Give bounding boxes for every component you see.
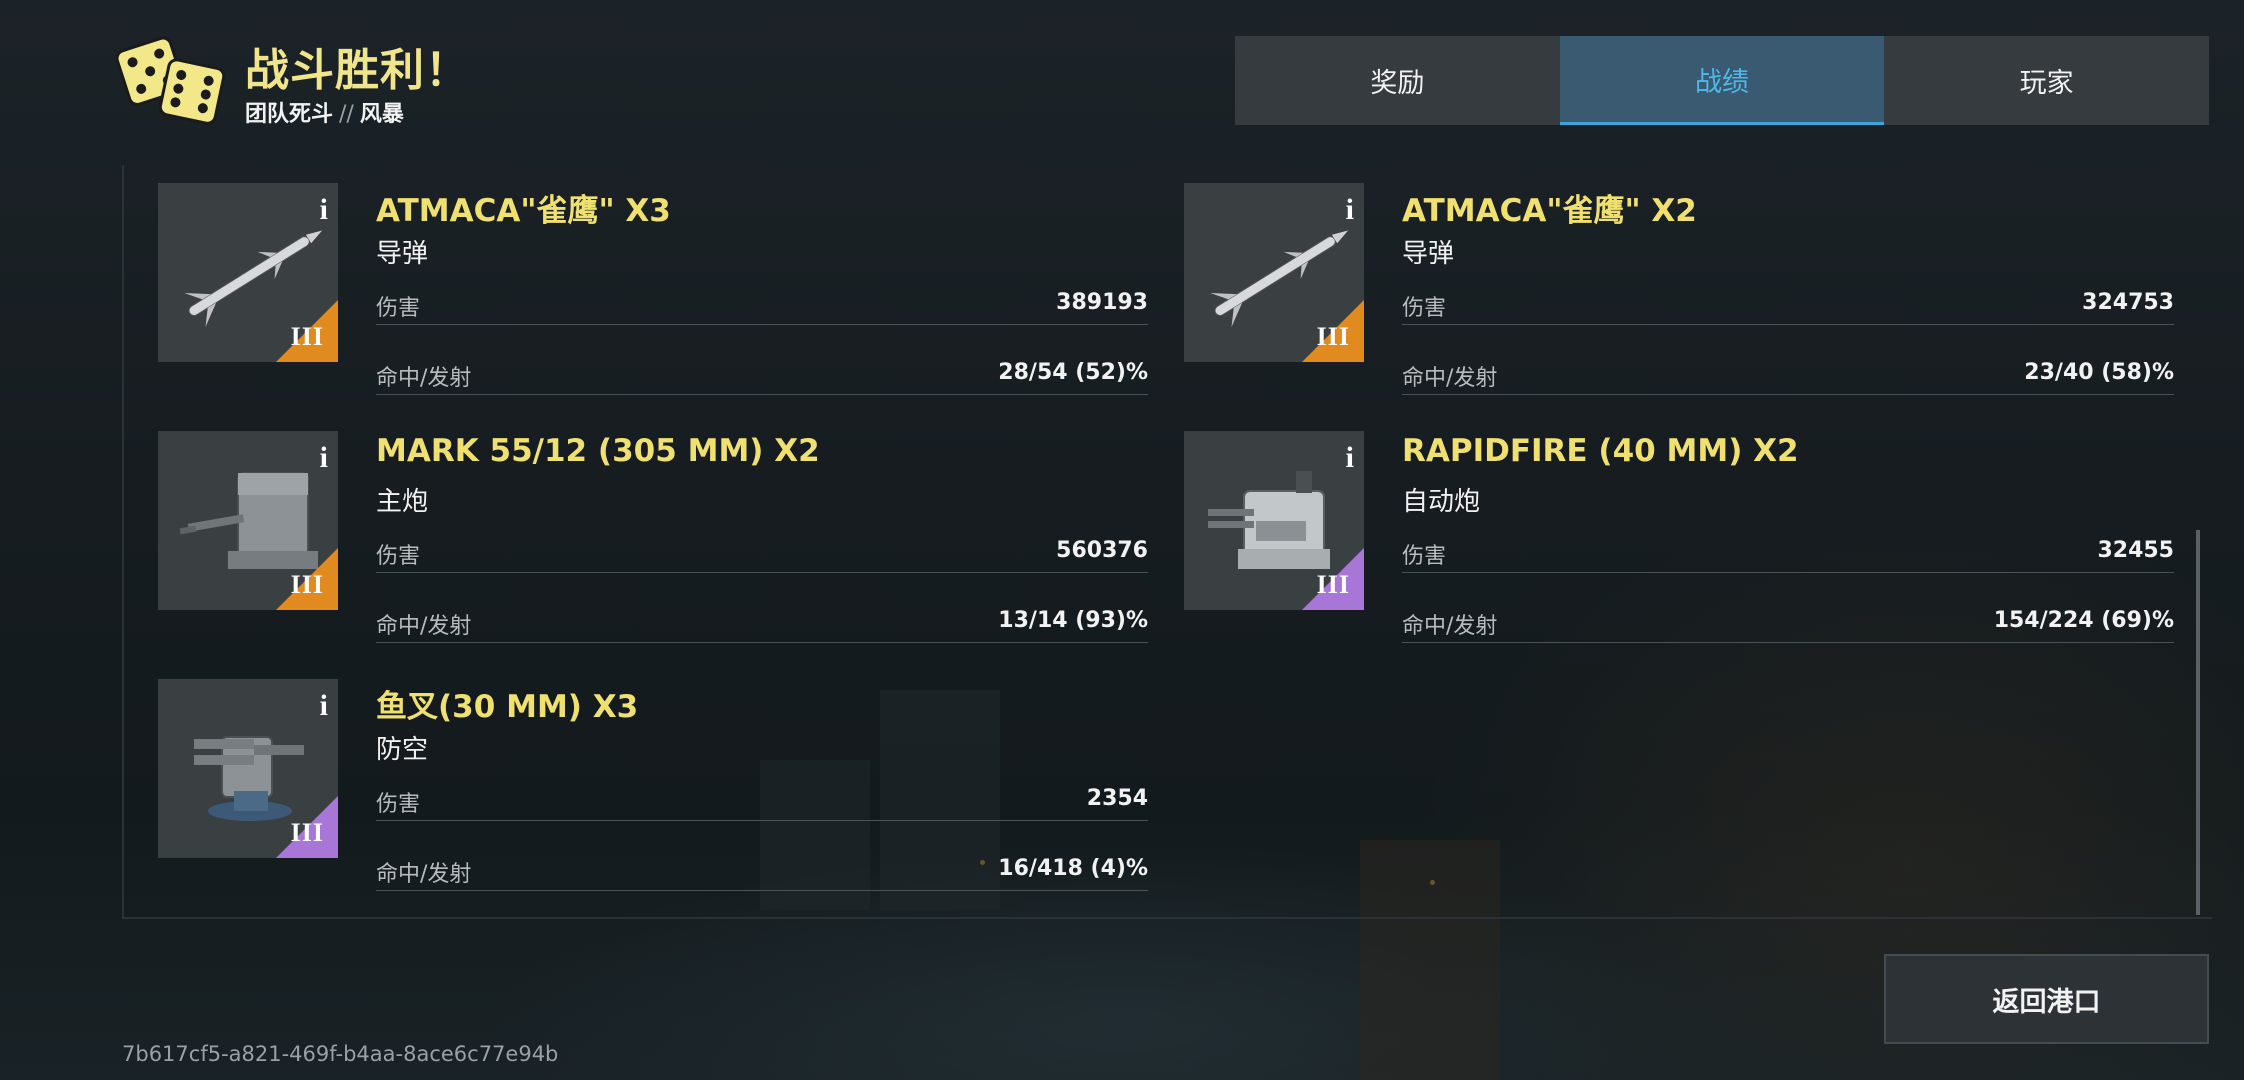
damage-value: 2354 xyxy=(1086,786,1148,811)
weapon-name: RAPIDFIRE (40 MM) X2 xyxy=(1402,433,1799,469)
tab-rewards[interactable]: 奖励 xyxy=(1235,36,1560,125)
weapon-card: III i RAPIDFIRE (40 MM) X2 自动炮 伤害 32455 … xyxy=(1150,413,2174,643)
dice-logo-icon xyxy=(116,36,226,125)
tier-badge: III xyxy=(1316,570,1350,599)
accuracy-value: 28/54 (52)% xyxy=(998,360,1148,385)
damage-label: 伤害 xyxy=(376,792,421,817)
accuracy-row: 命中/发射 16/418 (4)% xyxy=(376,856,1148,891)
accuracy-row: 命中/发射 23/40 (58)% xyxy=(1402,360,2174,395)
weapon-thumbnail[interactable]: III i xyxy=(158,183,338,362)
game-mode: 团队死斗 xyxy=(245,102,334,127)
accuracy-row: 命中/发射 28/54 (52)% xyxy=(376,360,1148,395)
weapon-type: 防空 xyxy=(376,735,429,765)
accuracy-label: 命中/发射 xyxy=(1402,614,1498,639)
damage-row: 伤害 32455 xyxy=(1402,538,2174,573)
damage-label: 伤害 xyxy=(1402,544,1447,569)
subtitle-separator: // xyxy=(339,102,354,127)
accuracy-value: 154/224 (69)% xyxy=(1993,608,2174,633)
accuracy-row: 命中/发射 154/224 (69)% xyxy=(1402,608,2174,643)
result-title: 战斗胜利！ xyxy=(245,45,470,96)
damage-label: 伤害 xyxy=(376,544,421,569)
damage-value: 32455 xyxy=(2097,538,2174,563)
accuracy-label: 命中/发射 xyxy=(376,862,472,887)
weapon-type: 自动炮 xyxy=(1402,487,1481,517)
weapon-name: ATMACA"雀鹰" X2 xyxy=(1402,193,1697,229)
weapon-thumbnail[interactable]: III i xyxy=(1184,431,1364,610)
info-icon[interactable]: i xyxy=(320,689,328,723)
damage-row: 伤害 324753 xyxy=(1402,290,2174,325)
result-tabs: 奖励 战绩 玩家 xyxy=(1235,36,2210,125)
tier-badge: III xyxy=(290,570,324,599)
weapon-thumbnail[interactable]: III i xyxy=(1184,183,1364,362)
panel-scrollbar[interactable] xyxy=(2196,530,2200,915)
damage-value: 389193 xyxy=(1056,290,1148,315)
damage-row: 伤害 560376 xyxy=(376,538,1148,573)
accuracy-label: 命中/发射 xyxy=(376,366,472,391)
damage-value: 324753 xyxy=(2082,290,2174,315)
accuracy-label: 命中/发射 xyxy=(376,614,472,639)
weapon-thumbnail[interactable]: III i xyxy=(158,679,338,858)
weapon-card: III i 鱼叉(30 MM) X3 防空 伤害 2354 命中/发射 16/4… xyxy=(124,661,1148,891)
weapon-type: 主炮 xyxy=(376,487,429,517)
map-name: 风暴 xyxy=(359,102,404,127)
accuracy-value: 23/40 (58)% xyxy=(2024,360,2174,385)
tier-badge: III xyxy=(1316,322,1350,351)
accuracy-value: 16/418 (4)% xyxy=(998,856,1148,881)
tab-players[interactable]: 玩家 xyxy=(1884,36,2210,125)
damage-row: 伤害 2354 xyxy=(376,786,1148,821)
tier-badge: III xyxy=(290,818,324,847)
weapon-card: III i MARK 55/12 (305 MM) X2 主炮 伤害 56037… xyxy=(124,413,1148,643)
weapon-thumbnail[interactable]: III i xyxy=(158,431,338,610)
damage-label: 伤害 xyxy=(376,296,421,321)
weapon-name: 鱼叉(30 MM) X3 xyxy=(376,689,639,725)
weapon-type: 导弹 xyxy=(1402,239,1455,269)
info-icon[interactable]: i xyxy=(320,193,328,227)
weapon-card: III i ATMACA"雀鹰" X3 导弹 伤害 389193 命中/发射 2… xyxy=(124,165,1148,395)
accuracy-row: 命中/发射 13/14 (93)% xyxy=(376,608,1148,643)
tier-badge: III xyxy=(290,322,324,351)
return-to-port-button[interactable]: 返回港口 xyxy=(1884,954,2209,1044)
info-icon[interactable]: i xyxy=(1346,193,1354,227)
weapon-type: 导弹 xyxy=(376,239,429,269)
info-icon[interactable]: i xyxy=(1346,441,1354,475)
damage-row: 伤害 389193 xyxy=(376,290,1148,325)
accuracy-label: 命中/发射 xyxy=(1402,366,1498,391)
session-id: 7b617cf5-a821-469f-b4aa-8ace6c77e94b xyxy=(122,1042,559,1066)
weapon-name: MARK 55/12 (305 MM) X2 xyxy=(376,433,820,469)
match-subtitle: 团队死斗//风暴 xyxy=(245,96,404,128)
damage-label: 伤害 xyxy=(1402,296,1447,321)
weapon-name: ATMACA"雀鹰" X3 xyxy=(376,193,671,229)
tab-stats[interactable]: 战绩 xyxy=(1559,36,1885,125)
accuracy-value: 13/14 (93)% xyxy=(998,608,1148,633)
damage-value: 560376 xyxy=(1056,538,1148,563)
weapon-stats-panel[interactable]: III i ATMACA"雀鹰" X3 导弹 伤害 389193 命中/发射 2… xyxy=(122,165,2212,919)
weapon-card: III i ATMACA"雀鹰" X2 导弹 伤害 324753 命中/发射 2… xyxy=(1150,165,2174,395)
info-icon[interactable]: i xyxy=(320,441,328,475)
